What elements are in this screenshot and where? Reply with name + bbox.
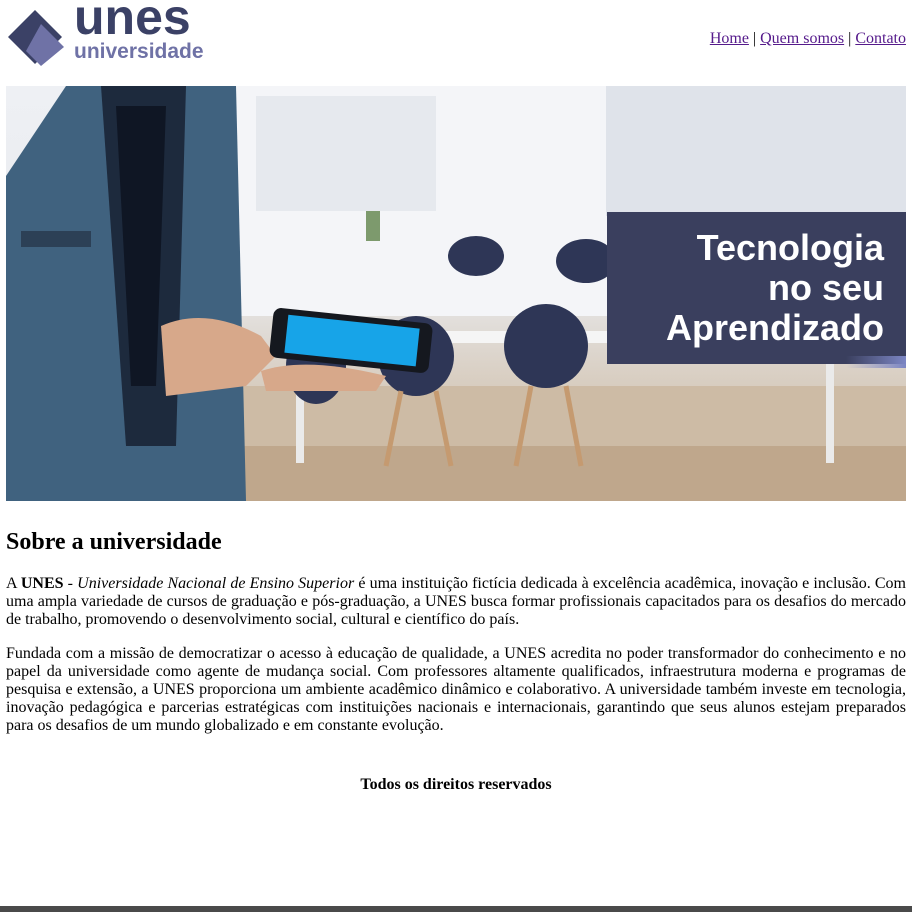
nav-link-home[interactable]: Home — [710, 30, 749, 47]
hero-tagline-box: Tecnologia no seu Aprendizado — [607, 212, 906, 364]
about-section: Sobre a universidade A UNES - Universida… — [6, 528, 906, 735]
site-footer: Todos os direitos reservados — [360, 776, 552, 793]
hero-banner-image: Tecnologia no seu Aprendizado — [6, 86, 906, 501]
site-header: unes universidade Home | Quem somos | Contat… — [6, 0, 906, 68]
section-title: Sobre a universidade — [6, 529, 222, 555]
about-p1-full-name: Universidade Nacional de Ensino Superior — [77, 575, 355, 592]
logo-text: unes — [74, 0, 191, 45]
window-bottom-bar — [0, 906, 912, 912]
diamond-logo-icon — [8, 10, 64, 66]
about-paragraph-1: A UNES - Universidade Nacional de Ensino… — [6, 575, 906, 629]
about-p1-prefix: A — [6, 575, 21, 592]
nav-separator: | — [848, 30, 852, 47]
about-p1-brand: UNES — [20, 575, 64, 592]
site-logo[interactable]: unes universidade — [6, 0, 226, 68]
nav-link-contato[interactable]: Contato — [855, 30, 906, 47]
hero-accent-stripe — [846, 356, 906, 368]
about-p1-dash: - — [63, 575, 78, 592]
logo-subtext: universidade — [74, 40, 204, 63]
about-paragraph-2: Fundada com a missão de democratizar o a… — [6, 645, 906, 734]
main-nav: Home | Quem somos | Contato — [710, 30, 906, 48]
page: unes universidade Home | Quem somos | Contat… — [0, 0, 912, 912]
nav-link-quem-somos[interactable]: Quem somos — [760, 30, 844, 47]
hero-tagline: Tecnologia no seu Aprendizado — [665, 227, 884, 348]
nav-separator: | — [752, 30, 757, 47]
